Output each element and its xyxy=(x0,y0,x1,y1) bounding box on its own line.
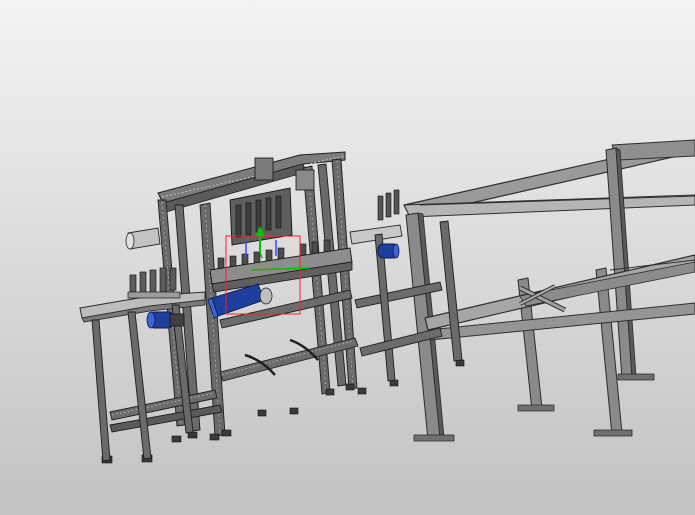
drive-motor-left[interactable] xyxy=(146,311,185,329)
drive-motor-right[interactable] xyxy=(377,243,400,259)
3d-viewport[interactable] xyxy=(0,0,695,515)
cad-scene[interactable] xyxy=(0,0,695,515)
